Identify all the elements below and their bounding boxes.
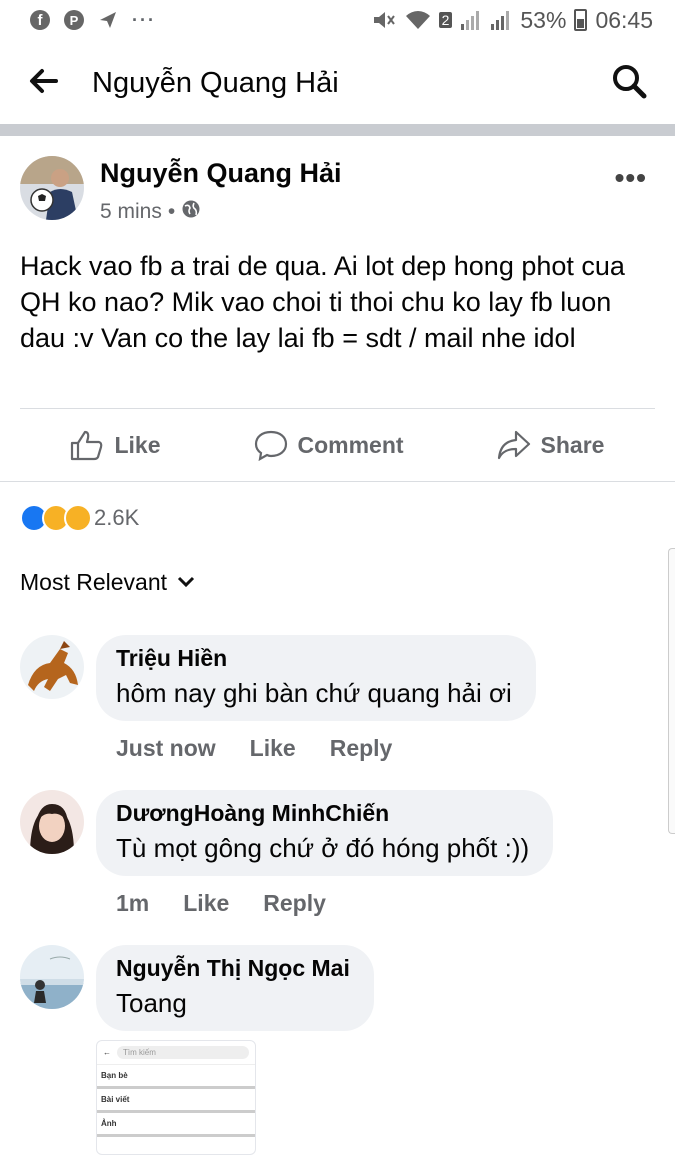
comment-body: Nguyễn Thị Ngọc Mai Toang bbox=[96, 945, 374, 1031]
search-icon[interactable] bbox=[611, 63, 647, 104]
thumbs-up-icon bbox=[71, 430, 103, 461]
comment-body: DươngHoàng MinhChiến Tù mọt gông chứ ở đ… bbox=[96, 790, 554, 917]
post-text: Hack vao fb a trai de qua. Ai lot dep ho… bbox=[20, 251, 625, 353]
post-meta: 5 mins • bbox=[100, 199, 342, 225]
post-actions: Like Comment Share bbox=[0, 409, 675, 481]
signal-2-icon bbox=[490, 9, 512, 31]
comment-body: Triệu Hiền hôm nay ghi bàn chứ quang hải… bbox=[96, 635, 536, 762]
chevron-down-icon bbox=[177, 571, 195, 594]
comment-bubble[interactable]: Triệu Hiền hôm nay ghi bàn chứ quang hải… bbox=[96, 635, 536, 721]
clock: 06:45 bbox=[595, 6, 653, 33]
attachment-header: ← Tìm kiếm bbox=[97, 1041, 255, 1065]
status-bar: f P ··· 2 53% 06:45 bbox=[0, 0, 675, 40]
comment-meta: Just now Like Reply bbox=[96, 735, 536, 762]
comment-bubble[interactable]: DươngHoàng MinhChiến Tù mọt gông chứ ở đ… bbox=[96, 790, 554, 876]
comment-reply-button[interactable]: Reply bbox=[330, 735, 393, 762]
share-icon bbox=[497, 430, 530, 460]
app-header: Nguyễn Quang Hải bbox=[0, 40, 675, 126]
comment: Triệu Hiền hôm nay ghi bàn chứ quang hải… bbox=[20, 635, 536, 762]
battery-icon bbox=[574, 9, 588, 31]
scrollbar[interactable] bbox=[668, 548, 675, 834]
sad-reaction-icon bbox=[64, 504, 92, 532]
comment-text: Toang bbox=[116, 988, 187, 1018]
comment-reply-button[interactable]: Reply bbox=[263, 890, 326, 917]
back-arrow-icon[interactable] bbox=[28, 64, 68, 103]
commenter-avatar[interactable] bbox=[20, 635, 84, 699]
mute-icon bbox=[371, 9, 397, 31]
attachment-search: Tìm kiếm bbox=[117, 1046, 249, 1059]
commenter-name[interactable]: DươngHoàng MinhChiến bbox=[116, 800, 529, 827]
comment-button[interactable]: Comment bbox=[254, 429, 404, 461]
comment-bubble[interactable]: Nguyễn Thị Ngọc Mai Toang bbox=[96, 945, 374, 1031]
comment-sort-dropdown[interactable]: Most Relevant bbox=[0, 554, 675, 610]
sim-badge: 2 bbox=[438, 12, 453, 28]
reaction-count: 2.6K bbox=[94, 505, 140, 530]
post-author-name[interactable]: Nguyễn Quang Hải bbox=[100, 158, 342, 189]
comment-text: hôm nay ghi bàn chứ quang hải ơi bbox=[116, 678, 512, 708]
comment-like-button[interactable]: Like bbox=[250, 735, 296, 762]
page-title: Nguyễn Quang Hải bbox=[92, 66, 339, 99]
comment-like-button[interactable]: Like bbox=[183, 890, 229, 917]
more-notifications-icon: ··· bbox=[132, 9, 156, 30]
comment-attachment-image[interactable]: ← Tìm kiếm Bạn bè Bài viết Ảnh bbox=[96, 1040, 256, 1155]
post-time[interactable]: 5 mins bbox=[100, 200, 162, 224]
like-button[interactable]: Like bbox=[70, 429, 161, 461]
facebook-notification-icon: f bbox=[30, 10, 50, 30]
sort-label: Most Relevant bbox=[20, 568, 168, 595]
comment-time: 1m bbox=[116, 890, 150, 916]
meta-separator: • bbox=[167, 200, 176, 223]
commenter-name[interactable]: Triệu Hiền bbox=[116, 645, 512, 672]
attachment-row: Ảnh bbox=[97, 1113, 255, 1137]
comment-text: Tù mọt gông chứ ở đó hóng phốt :)) bbox=[116, 833, 530, 863]
comment: Nguyễn Thị Ngọc Mai Toang bbox=[20, 945, 374, 1031]
comment-icon bbox=[254, 430, 287, 461]
commenter-name[interactable]: Nguyễn Thị Ngọc Mai bbox=[116, 955, 350, 982]
status-right: 2 53% 06:45 bbox=[371, 7, 653, 34]
attachment-back-icon: ← bbox=[103, 1048, 111, 1057]
attachment-row: Bài viết bbox=[97, 1089, 255, 1113]
comment-label: Comment bbox=[297, 431, 404, 458]
p-notification-icon: P bbox=[64, 10, 84, 30]
send-notification-icon bbox=[98, 10, 118, 30]
battery-percent: 53% bbox=[520, 6, 567, 33]
comment: DươngHoàng MinhChiến Tù mọt gông chứ ở đ… bbox=[20, 790, 554, 917]
reaction-summary[interactable]: 2.6K bbox=[0, 482, 675, 554]
commenter-avatar[interactable] bbox=[20, 790, 84, 854]
reaction-icons bbox=[20, 504, 92, 532]
attachment-row: Bạn bè bbox=[97, 1065, 255, 1089]
comment-meta: 1m Like Reply bbox=[96, 890, 553, 917]
commenter-avatar[interactable] bbox=[20, 945, 84, 1009]
header-divider bbox=[0, 124, 675, 136]
post-header: Nguyễn Quang Hải 5 mins • ••• bbox=[0, 136, 675, 236]
author-block: Nguyễn Quang Hải 5 mins • bbox=[100, 156, 342, 236]
wifi-icon bbox=[405, 9, 431, 31]
more-options-icon[interactable]: ••• bbox=[615, 162, 647, 194]
comment-time: Just now bbox=[116, 735, 216, 761]
like-label: Like bbox=[114, 431, 161, 458]
post: Nguyễn Quang Hải 5 mins • ••• Hack vao f… bbox=[0, 136, 675, 610]
signal-1-icon bbox=[460, 9, 482, 31]
status-left: f P ··· bbox=[30, 10, 156, 31]
author-avatar[interactable] bbox=[20, 156, 84, 220]
globe-icon bbox=[181, 199, 201, 225]
share-label: Share bbox=[540, 431, 605, 458]
share-button[interactable]: Share bbox=[497, 429, 605, 461]
